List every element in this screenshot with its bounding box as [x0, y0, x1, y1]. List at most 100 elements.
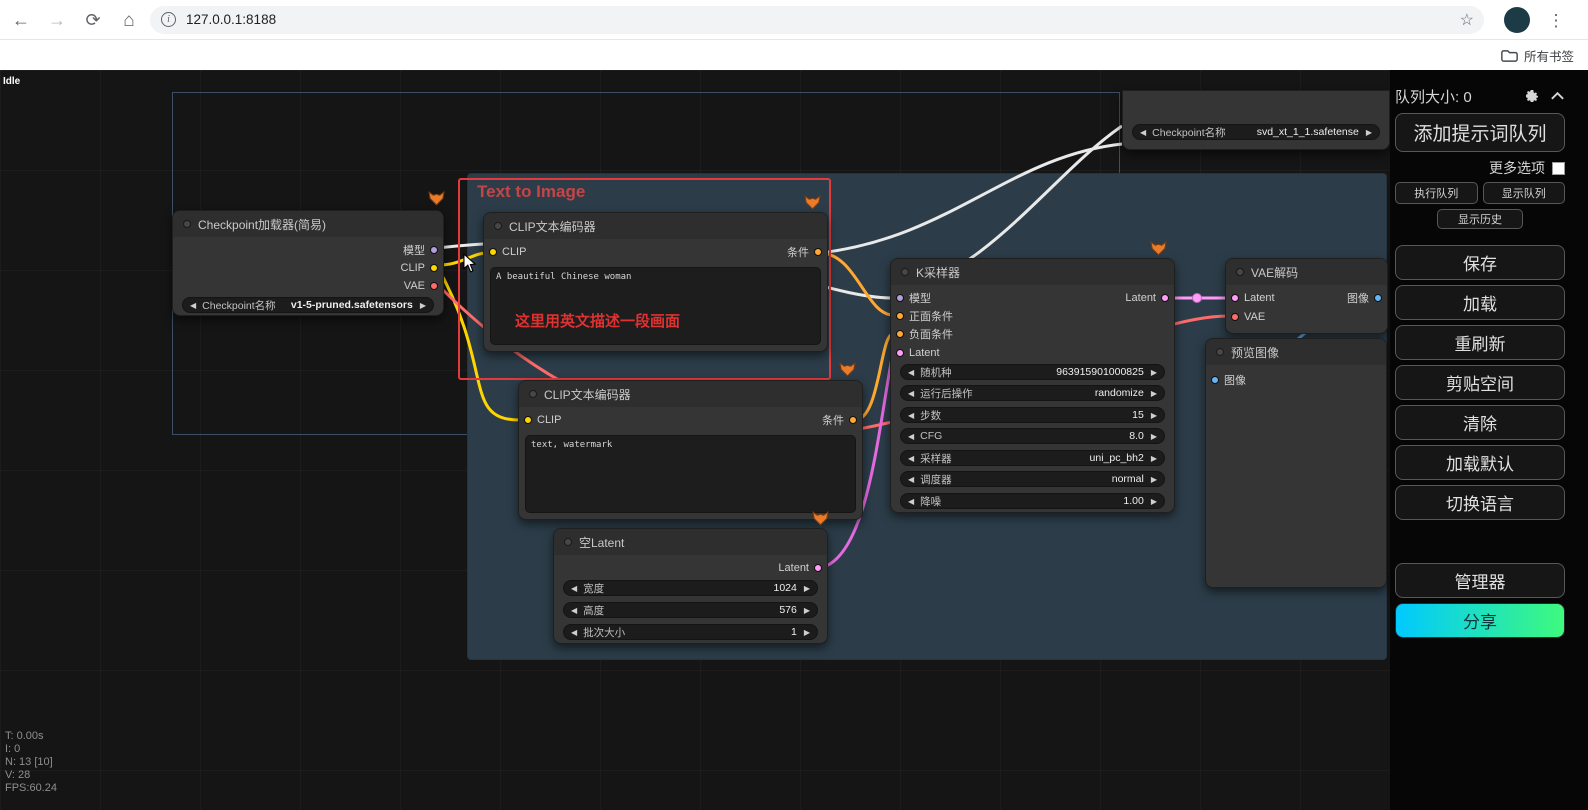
menu-dots-icon[interactable]: ⋮ — [1543, 8, 1569, 34]
image-input-slot[interactable] — [1211, 375, 1219, 384]
arrow-left-icon[interactable]: ◀ — [1140, 128, 1146, 137]
queue-prompt-button[interactable]: 添加提示词队列 — [1395, 113, 1565, 152]
negative-input-slot[interactable] — [896, 329, 904, 338]
model-output-slot[interactable] — [430, 245, 438, 254]
arrow-left-icon[interactable]: ◀ — [571, 606, 577, 615]
node-empty-latent[interactable]: 空Latent Latent ◀ 宽度 1024 ▶ ◀ 高度 576 ▶ ◀ … — [553, 528, 828, 644]
browser-toolbar: ← → ⟳ ⌂ i 127.0.0.1:8188 ☆ ⋮ — [0, 0, 1588, 40]
conditioning-output-slot[interactable] — [849, 415, 857, 424]
arrow-left-icon[interactable]: ◀ — [908, 475, 914, 484]
positive-input-slot[interactable] — [896, 311, 904, 320]
clipspace-button[interactable]: 剪贴空间 — [1395, 365, 1565, 400]
show-queue-button[interactable]: 显示队列 — [1482, 182, 1565, 204]
sampler-widget[interactable]: ◀ 采样器 uni_pc_bh2 ▶ — [900, 450, 1165, 466]
all-bookmarks-button[interactable]: 所有书签 — [1501, 46, 1574, 65]
arrow-left-icon[interactable]: ◀ — [571, 584, 577, 593]
output-label: 条件 — [787, 246, 809, 259]
bookmark-star-icon[interactable]: ☆ — [1460, 10, 1474, 30]
node-clip-encoder-positive[interactable]: CLIP文本编码器 CLIP 条件 A beautiful Chinese wo… — [483, 212, 828, 352]
input-label: VAE — [1244, 310, 1266, 323]
seed-widget[interactable]: ◀ 随机种 963915901000825 ▶ — [900, 364, 1165, 380]
conditioning-output-slot[interactable] — [814, 247, 822, 256]
share-button[interactable]: 分享 — [1395, 603, 1565, 638]
node-vae-decode[interactable]: VAE解码 Latent 图像 VAE — [1225, 258, 1388, 334]
back-icon[interactable]: ← — [8, 8, 34, 34]
home-icon[interactable]: ⌂ — [116, 8, 142, 34]
height-widget[interactable]: ◀ 高度 576 ▶ — [563, 602, 818, 618]
settings-gear-icon[interactable] — [1524, 88, 1540, 104]
graph-canvas[interactable]: Idle Text to Image ◀ Checkpoint名称 svd_xt… — [0, 70, 1588, 810]
arrow-left-icon[interactable]: ◀ — [908, 432, 914, 441]
arrow-right-icon[interactable]: ▶ — [1151, 368, 1157, 377]
arrow-right-icon[interactable]: ▶ — [1151, 432, 1157, 441]
arrow-right-icon[interactable]: ▶ — [804, 584, 810, 593]
image-output-slot[interactable] — [1374, 293, 1382, 302]
arrow-left-icon[interactable]: ◀ — [190, 301, 196, 310]
arrow-right-icon[interactable]: ▶ — [1151, 454, 1157, 463]
show-history-button[interactable]: 显示历史 — [1437, 209, 1523, 229]
control-after-generate-widget[interactable]: ◀ 运行后操作 randomize ▶ — [900, 385, 1165, 401]
model-input-slot[interactable] — [896, 293, 904, 302]
widget-label: 高度 — [583, 604, 605, 617]
arrow-left-icon[interactable]: ◀ — [571, 628, 577, 637]
site-info-icon[interactable]: i — [161, 12, 176, 27]
widget-label: 批次大小 — [583, 626, 626, 639]
arrow-right-icon[interactable]: ▶ — [1151, 497, 1157, 506]
checkpoint-name-widget[interactable]: ◀ Checkpoint名称 svd_xt_1_1.safetense ▶ — [1132, 124, 1380, 140]
latent-input-slot[interactable] — [896, 348, 904, 357]
arrow-left-icon[interactable]: ◀ — [908, 497, 914, 506]
arrow-left-icon[interactable]: ◀ — [908, 389, 914, 398]
widget-label: 步数 — [920, 409, 942, 422]
latent-input-slot[interactable] — [1231, 293, 1239, 302]
load-button[interactable]: 加载 — [1395, 285, 1565, 320]
profile-avatar[interactable] — [1504, 7, 1530, 33]
arrow-right-icon[interactable]: ▶ — [420, 301, 426, 310]
clear-button[interactable]: 清除 — [1395, 405, 1565, 440]
node-ksampler[interactable]: K采样器 模型 Latent 正面条件 负面条件 Latent ◀ 随机种 96… — [890, 258, 1175, 513]
extra-options-checkbox[interactable] — [1552, 161, 1565, 175]
node-title: VAE解码 — [1251, 265, 1299, 280]
arrow-left-icon[interactable]: ◀ — [908, 454, 914, 463]
refresh-button[interactable]: 重刷新 — [1395, 325, 1565, 360]
arrow-left-icon[interactable]: ◀ — [908, 368, 914, 377]
node-checkpoint-loader[interactable]: Checkpoint加载器(简易) 模型 CLIP VAE ◀ Checkpoi… — [172, 210, 444, 316]
cfg-widget[interactable]: ◀ CFG 8.0 ▶ — [900, 428, 1165, 444]
stat-line: T: 0.00s — [5, 730, 44, 742]
clip-input-slot[interactable] — [489, 247, 497, 256]
manager-button[interactable]: 管理器 — [1395, 563, 1565, 598]
clip-input-slot[interactable] — [524, 415, 532, 424]
save-button[interactable]: 保存 — [1395, 245, 1565, 280]
toggle-language-button[interactable]: 切换语言 — [1395, 485, 1565, 520]
width-widget[interactable]: ◀ 宽度 1024 ▶ — [563, 580, 818, 596]
arrow-right-icon[interactable]: ▶ — [1151, 411, 1157, 420]
arrow-right-icon[interactable]: ▶ — [804, 606, 810, 615]
steps-widget[interactable]: ◀ 步数 15 ▶ — [900, 407, 1165, 423]
vae-output-slot[interactable] — [430, 281, 438, 290]
widget-value: svd_xt_1_1.safetense — [1256, 126, 1359, 138]
url-text[interactable]: 127.0.0.1:8188 — [186, 12, 276, 27]
arrow-right-icon[interactable]: ▶ — [1366, 128, 1372, 137]
address-bar[interactable]: i 127.0.0.1:8188 ☆ — [150, 6, 1484, 34]
arrow-right-icon[interactable]: ▶ — [1151, 389, 1157, 398]
reload-icon[interactable]: ⟳ — [80, 8, 106, 34]
node-preview-image[interactable]: 预览图像 图像 — [1205, 338, 1387, 588]
arrow-left-icon[interactable]: ◀ — [908, 411, 914, 420]
latent-output-slot[interactable] — [814, 563, 822, 572]
collapse-chevron-icon[interactable] — [1550, 91, 1565, 101]
node-clip-encoder-negative[interactable]: CLIP文本编码器 CLIP 条件 text, watermark — [518, 380, 863, 520]
prompt-textarea[interactable]: text, watermark — [525, 435, 856, 513]
run-queue-button[interactable]: 执行队列 — [1395, 182, 1478, 204]
prompt-textarea[interactable]: A beautiful Chinese woman 这里用英文描述一段画面 — [490, 267, 821, 345]
denoise-widget[interactable]: ◀ 降噪 1.00 ▶ — [900, 493, 1165, 509]
latent-output-slot[interactable] — [1161, 293, 1169, 302]
node-svd-checkpoint[interactable]: ◀ Checkpoint名称 svd_xt_1_1.safetense ▶ — [1122, 90, 1390, 150]
vae-input-slot[interactable] — [1231, 312, 1239, 321]
forward-icon[interactable]: → — [44, 8, 70, 34]
clip-output-slot[interactable] — [430, 263, 438, 272]
arrow-right-icon[interactable]: ▶ — [1151, 475, 1157, 484]
scheduler-widget[interactable]: ◀ 调度器 normal ▶ — [900, 471, 1165, 487]
checkpoint-name-widget[interactable]: ◀ Checkpoint名称 v1-5-pruned.safetensors ▶ — [182, 297, 434, 313]
arrow-right-icon[interactable]: ▶ — [804, 628, 810, 637]
batch-size-widget[interactable]: ◀ 批次大小 1 ▶ — [563, 624, 818, 640]
load-default-button[interactable]: 加载默认 — [1395, 445, 1565, 480]
